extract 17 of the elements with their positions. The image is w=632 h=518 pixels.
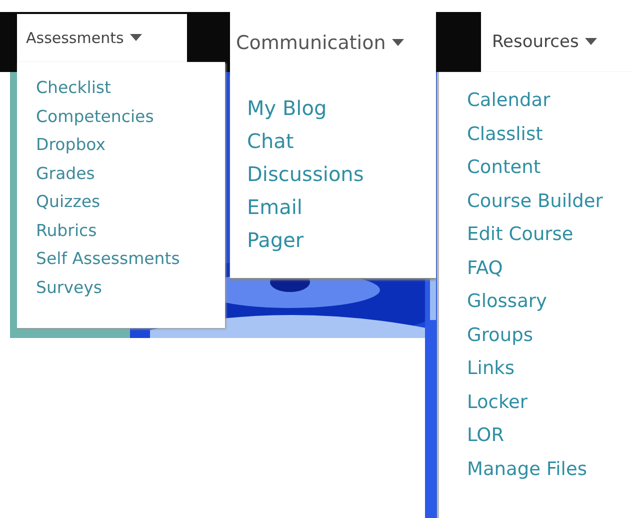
menu-item[interactable]: Edit Course [467, 218, 632, 252]
menu-item[interactable]: Glossary [467, 285, 632, 318]
menu-item[interactable]: Locker [467, 386, 632, 419]
caret-icon [392, 39, 404, 47]
menu-item[interactable]: Links [467, 352, 632, 386]
menu-tab[interactable]: Assessments [17, 14, 187, 62]
menu-item[interactable]: Calendar [467, 84, 632, 118]
menu-tab[interactable]: Resources [481, 12, 632, 72]
caret-icon [130, 34, 142, 42]
caret-icon [584, 38, 597, 46]
menu-item[interactable]: Classlist [467, 118, 632, 151]
menu-item[interactable]: Groups [467, 318, 632, 352]
menu-item[interactable]: FAQ [467, 252, 632, 285]
menu-item[interactable]: Course Builder [467, 184, 632, 218]
menu-item[interactable]: Content [467, 151, 632, 184]
menu-item[interactable]: Manage Files [467, 452, 632, 486]
menu-item[interactable]: LOR [467, 419, 632, 452]
